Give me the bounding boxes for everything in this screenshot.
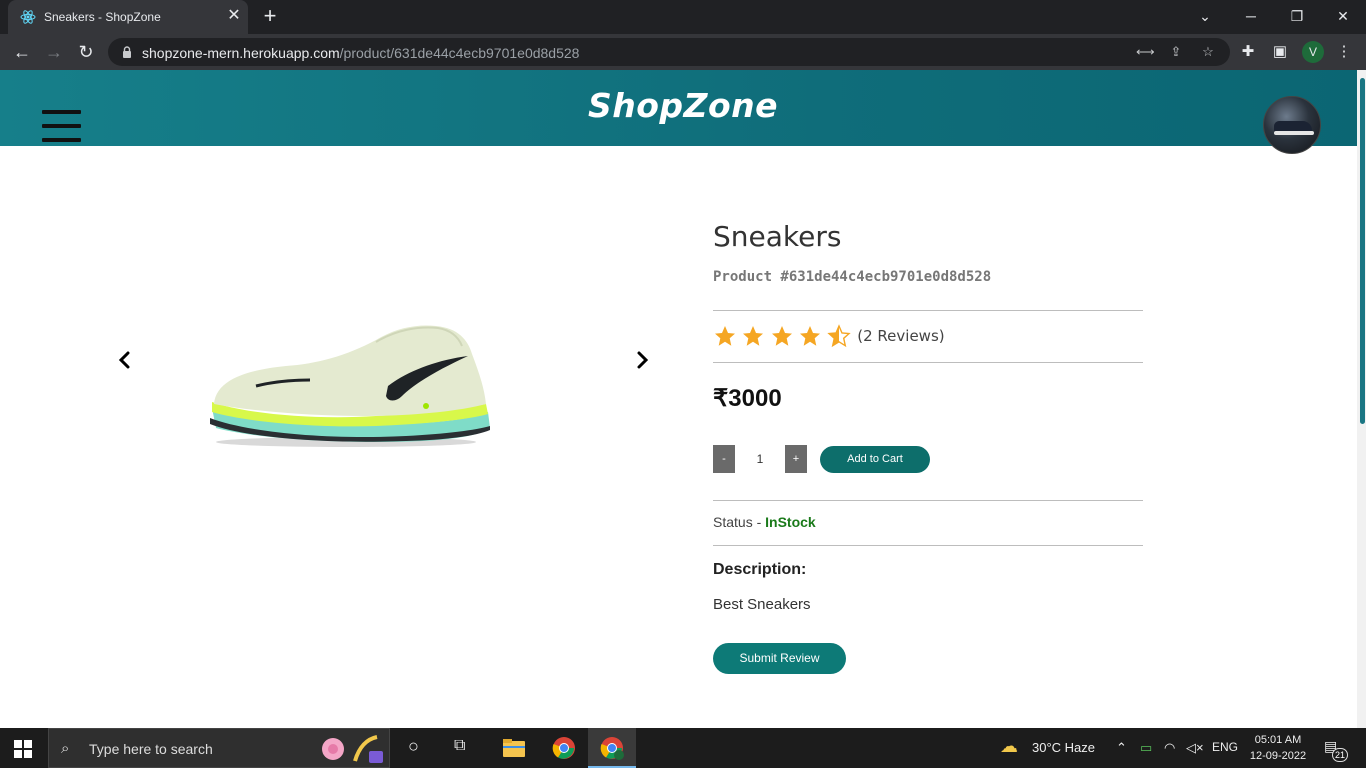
- description-text: Best Sneakers: [713, 596, 811, 613]
- browser-toolbar: ← → ↻ shopzone-mern.herokuapp.com/produc…: [0, 34, 1366, 70]
- windows-taskbar: ⌕ Type here to search ○ ⧉ ☁ 30°C Haze ⌃ …: [0, 728, 1366, 768]
- task-view-icon[interactable]: ⧉: [454, 737, 465, 755]
- browser-tab-bar: Sneakers - ShopZone ✕ + ⌄ ─ ❐ ✕: [0, 0, 1366, 34]
- restore-icon[interactable]: ❐: [1287, 6, 1307, 26]
- lock-icon[interactable]: [120, 45, 134, 59]
- language-indicator[interactable]: ENG: [1212, 740, 1238, 754]
- notification-count-badge: 21: [1332, 748, 1348, 762]
- reload-icon[interactable]: ↻: [76, 42, 96, 62]
- star-half-icon: [827, 324, 851, 348]
- star-full-icon: [800, 326, 821, 346]
- product-image-carousel: [108, 260, 668, 480]
- file-explorer-icon[interactable]: [502, 736, 526, 760]
- side-panel-icon[interactable]: ▣: [1270, 42, 1290, 62]
- tray-chevron-up-icon[interactable]: ⌃: [1116, 740, 1127, 756]
- taskbar-clock[interactable]: 05:01 AM 12-09-2022: [1244, 732, 1312, 764]
- forward-icon[interactable]: →: [44, 42, 64, 62]
- quantity-input[interactable]: 1: [735, 445, 785, 473]
- chrome-icon[interactable]: [552, 736, 576, 760]
- rating-stars: (2 Reviews): [713, 324, 945, 350]
- star-full-icon: [771, 326, 792, 346]
- stock-status: Status - InStock: [713, 514, 816, 530]
- battery-icon[interactable]: ▭: [1140, 740, 1152, 756]
- cortana-icon[interactable]: ○: [408, 736, 419, 757]
- react-favicon-icon: [20, 10, 36, 24]
- new-tab-button[interactable]: +: [260, 5, 280, 27]
- site-header: ShopZone: [0, 70, 1366, 154]
- divider: [713, 545, 1143, 546]
- quantity-decrease-button[interactable]: -: [713, 445, 735, 473]
- user-avatar[interactable]: [1263, 96, 1321, 154]
- star-full-icon: [715, 326, 735, 346]
- url-text[interactable]: shopzone-mern.herokuapp.com/product/631d…: [142, 45, 579, 61]
- wifi-icon[interactable]: ◠: [1164, 740, 1175, 756]
- carousel-next-arrow-icon[interactable]: [630, 348, 654, 372]
- search-icon: ⌕: [61, 740, 70, 757]
- tab-close-icon[interactable]: ✕: [226, 8, 242, 24]
- product-image: [210, 325, 490, 447]
- product-title: Sneakers: [713, 220, 842, 253]
- search-placeholder: Type here to search: [89, 741, 213, 757]
- add-to-cart-button[interactable]: Add to Cart: [820, 446, 930, 473]
- browser-menu-icon[interactable]: ⋮: [1334, 42, 1354, 62]
- reviews-count: (2 Reviews): [857, 327, 945, 345]
- carousel-prev-arrow-icon[interactable]: [113, 348, 137, 372]
- submit-review-button[interactable]: Submit Review: [713, 643, 846, 674]
- quantity-increase-button[interactable]: +: [785, 445, 807, 473]
- translate-icon[interactable]: ⟷: [1136, 44, 1155, 60]
- product-price: ₹3000: [713, 385, 782, 412]
- weather-icon[interactable]: ☁: [1000, 736, 1018, 757]
- clock-date: 12-09-2022: [1249, 750, 1307, 762]
- address-bar[interactable]: shopzone-mern.herokuapp.com/product/631d…: [108, 38, 1230, 66]
- bookmark-star-icon[interactable]: ☆: [1200, 44, 1216, 60]
- product-id: Product #631de44c4ecb9701e0d8d528: [713, 269, 992, 285]
- volume-muted-icon[interactable]: ◁×: [1186, 740, 1204, 756]
- tab-search-chevron-icon[interactable]: ⌄: [1195, 6, 1215, 26]
- divider: [713, 500, 1143, 501]
- brand-logo[interactable]: ShopZone: [0, 86, 1366, 125]
- tab-title: Sneakers - ShopZone: [44, 10, 161, 24]
- chrome-profile-icon[interactable]: [600, 736, 624, 760]
- extensions-puzzle-icon[interactable]: ✚: [1238, 42, 1258, 62]
- share-icon[interactable]: ⇪: [1168, 44, 1184, 60]
- divider: [713, 310, 1143, 311]
- taskbar-search-box[interactable]: ⌕ Type here to search: [48, 728, 390, 768]
- status-badge: InStock: [765, 514, 816, 530]
- clock-time: 05:01 AM: [1254, 734, 1302, 746]
- weather-text[interactable]: 30°C Haze: [1032, 740, 1095, 755]
- profile-avatar[interactable]: V: [1302, 41, 1324, 63]
- description-heading: Description:: [713, 561, 807, 578]
- windows-start-icon[interactable]: [14, 740, 32, 758]
- star-full-icon: [743, 326, 764, 346]
- browser-tab[interactable]: Sneakers - ShopZone ✕: [8, 0, 248, 34]
- minimize-icon[interactable]: ─: [1241, 6, 1261, 26]
- page-scrollbar-thumb[interactable]: [1360, 78, 1365, 424]
- back-icon[interactable]: ←: [12, 42, 32, 62]
- search-highlight-flower-icon: [322, 735, 383, 763]
- divider: [713, 362, 1143, 363]
- window-close-icon[interactable]: ✕: [1333, 6, 1353, 26]
